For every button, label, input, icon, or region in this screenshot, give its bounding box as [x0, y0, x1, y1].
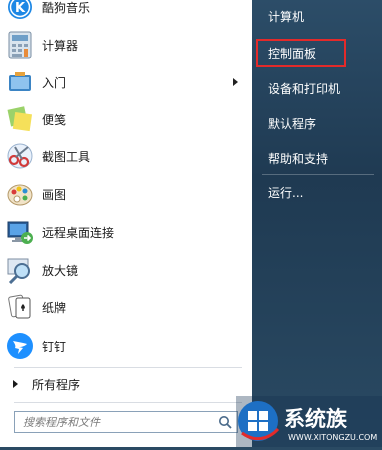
start-menu-left-panel: K 酷狗音乐 计算器 入门 便笺 截图工具 画图 远程桌面连接 放大镜 纸牌 钉… [0, 0, 252, 447]
divider [262, 174, 374, 175]
right-menu-label: 设备和打印机 [268, 81, 341, 96]
submenu-arrow-icon [233, 78, 238, 86]
program-label: 酷狗音乐 [42, 0, 91, 15]
right-menu-devices-printers[interactable]: 设备和打印机 [268, 77, 340, 99]
search-box[interactable] [14, 411, 238, 433]
scissors-icon [5, 141, 35, 171]
all-programs-label: 所有程序 [32, 377, 81, 392]
program-label: 纸牌 [42, 300, 67, 315]
svg-text:K: K [15, 1, 26, 16]
program-item-paint[interactable]: 画图 [0, 176, 252, 212]
program-item-solitaire[interactable]: 纸牌 [0, 289, 252, 325]
right-menu-label: 计算机 [268, 9, 305, 24]
calculator-icon [5, 30, 35, 60]
svg-text:WWW.XITONGZU.COM: WWW.XITONGZU.COM [288, 433, 377, 442]
right-menu-label: 默认程序 [268, 116, 317, 131]
right-menu-help-support[interactable]: 帮助和支持 [268, 147, 328, 169]
svg-text:系统族: 系统族 [284, 407, 348, 431]
right-menu-run[interactable]: 运行... [268, 181, 303, 203]
getting-started-icon [5, 67, 35, 97]
search-input[interactable] [15, 412, 218, 432]
program-item-calculator[interactable]: 计算器 [0, 27, 252, 63]
program-label: 截图工具 [42, 149, 91, 164]
program-label: 画图 [42, 187, 67, 202]
program-item-getting-started[interactable]: 入门 [0, 64, 252, 100]
kugou-icon: K [5, 0, 35, 22]
search-icon[interactable] [218, 415, 232, 429]
program-label: 便笺 [42, 112, 67, 127]
program-label: 计算器 [42, 38, 79, 53]
playing-cards-icon [5, 292, 35, 322]
program-label: 远程桌面连接 [42, 225, 115, 240]
program-label: 放大镜 [42, 263, 79, 278]
expand-arrow-icon [13, 380, 18, 388]
right-menu-default-programs[interactable]: 默认程序 [268, 112, 316, 134]
divider [14, 367, 242, 368]
program-item-snipping-tool[interactable]: 截图工具 [0, 138, 252, 174]
dingtalk-icon [5, 331, 35, 361]
program-item-remote-desktop[interactable]: 远程桌面连接 [0, 214, 252, 250]
program-item-sticky-notes[interactable]: 便笺 [0, 101, 252, 137]
xitongzu-logo: 系统族 WWW.XITONGZU.COM [236, 396, 382, 447]
magnifier-icon [5, 255, 35, 285]
right-menu-computer[interactable]: 计算机 [268, 5, 304, 27]
program-label: 钉钉 [42, 339, 67, 354]
right-menu-label: 帮助和支持 [268, 151, 329, 166]
divider [14, 402, 242, 403]
program-label: 入门 [42, 75, 67, 90]
program-item-dingtalk[interactable]: 钉钉 [0, 328, 252, 364]
program-item-magnifier[interactable]: 放大镜 [0, 252, 252, 288]
all-programs-button[interactable]: 所有程序 [0, 371, 252, 397]
paint-palette-icon [5, 179, 35, 209]
program-item-kugou[interactable]: K 酷狗音乐 [0, 0, 252, 25]
remote-desktop-icon [5, 217, 35, 247]
start-menu-right-panel [252, 0, 382, 447]
sticky-notes-icon [5, 104, 35, 134]
highlight-box [256, 39, 346, 67]
right-menu-label: 运行... [268, 185, 304, 200]
